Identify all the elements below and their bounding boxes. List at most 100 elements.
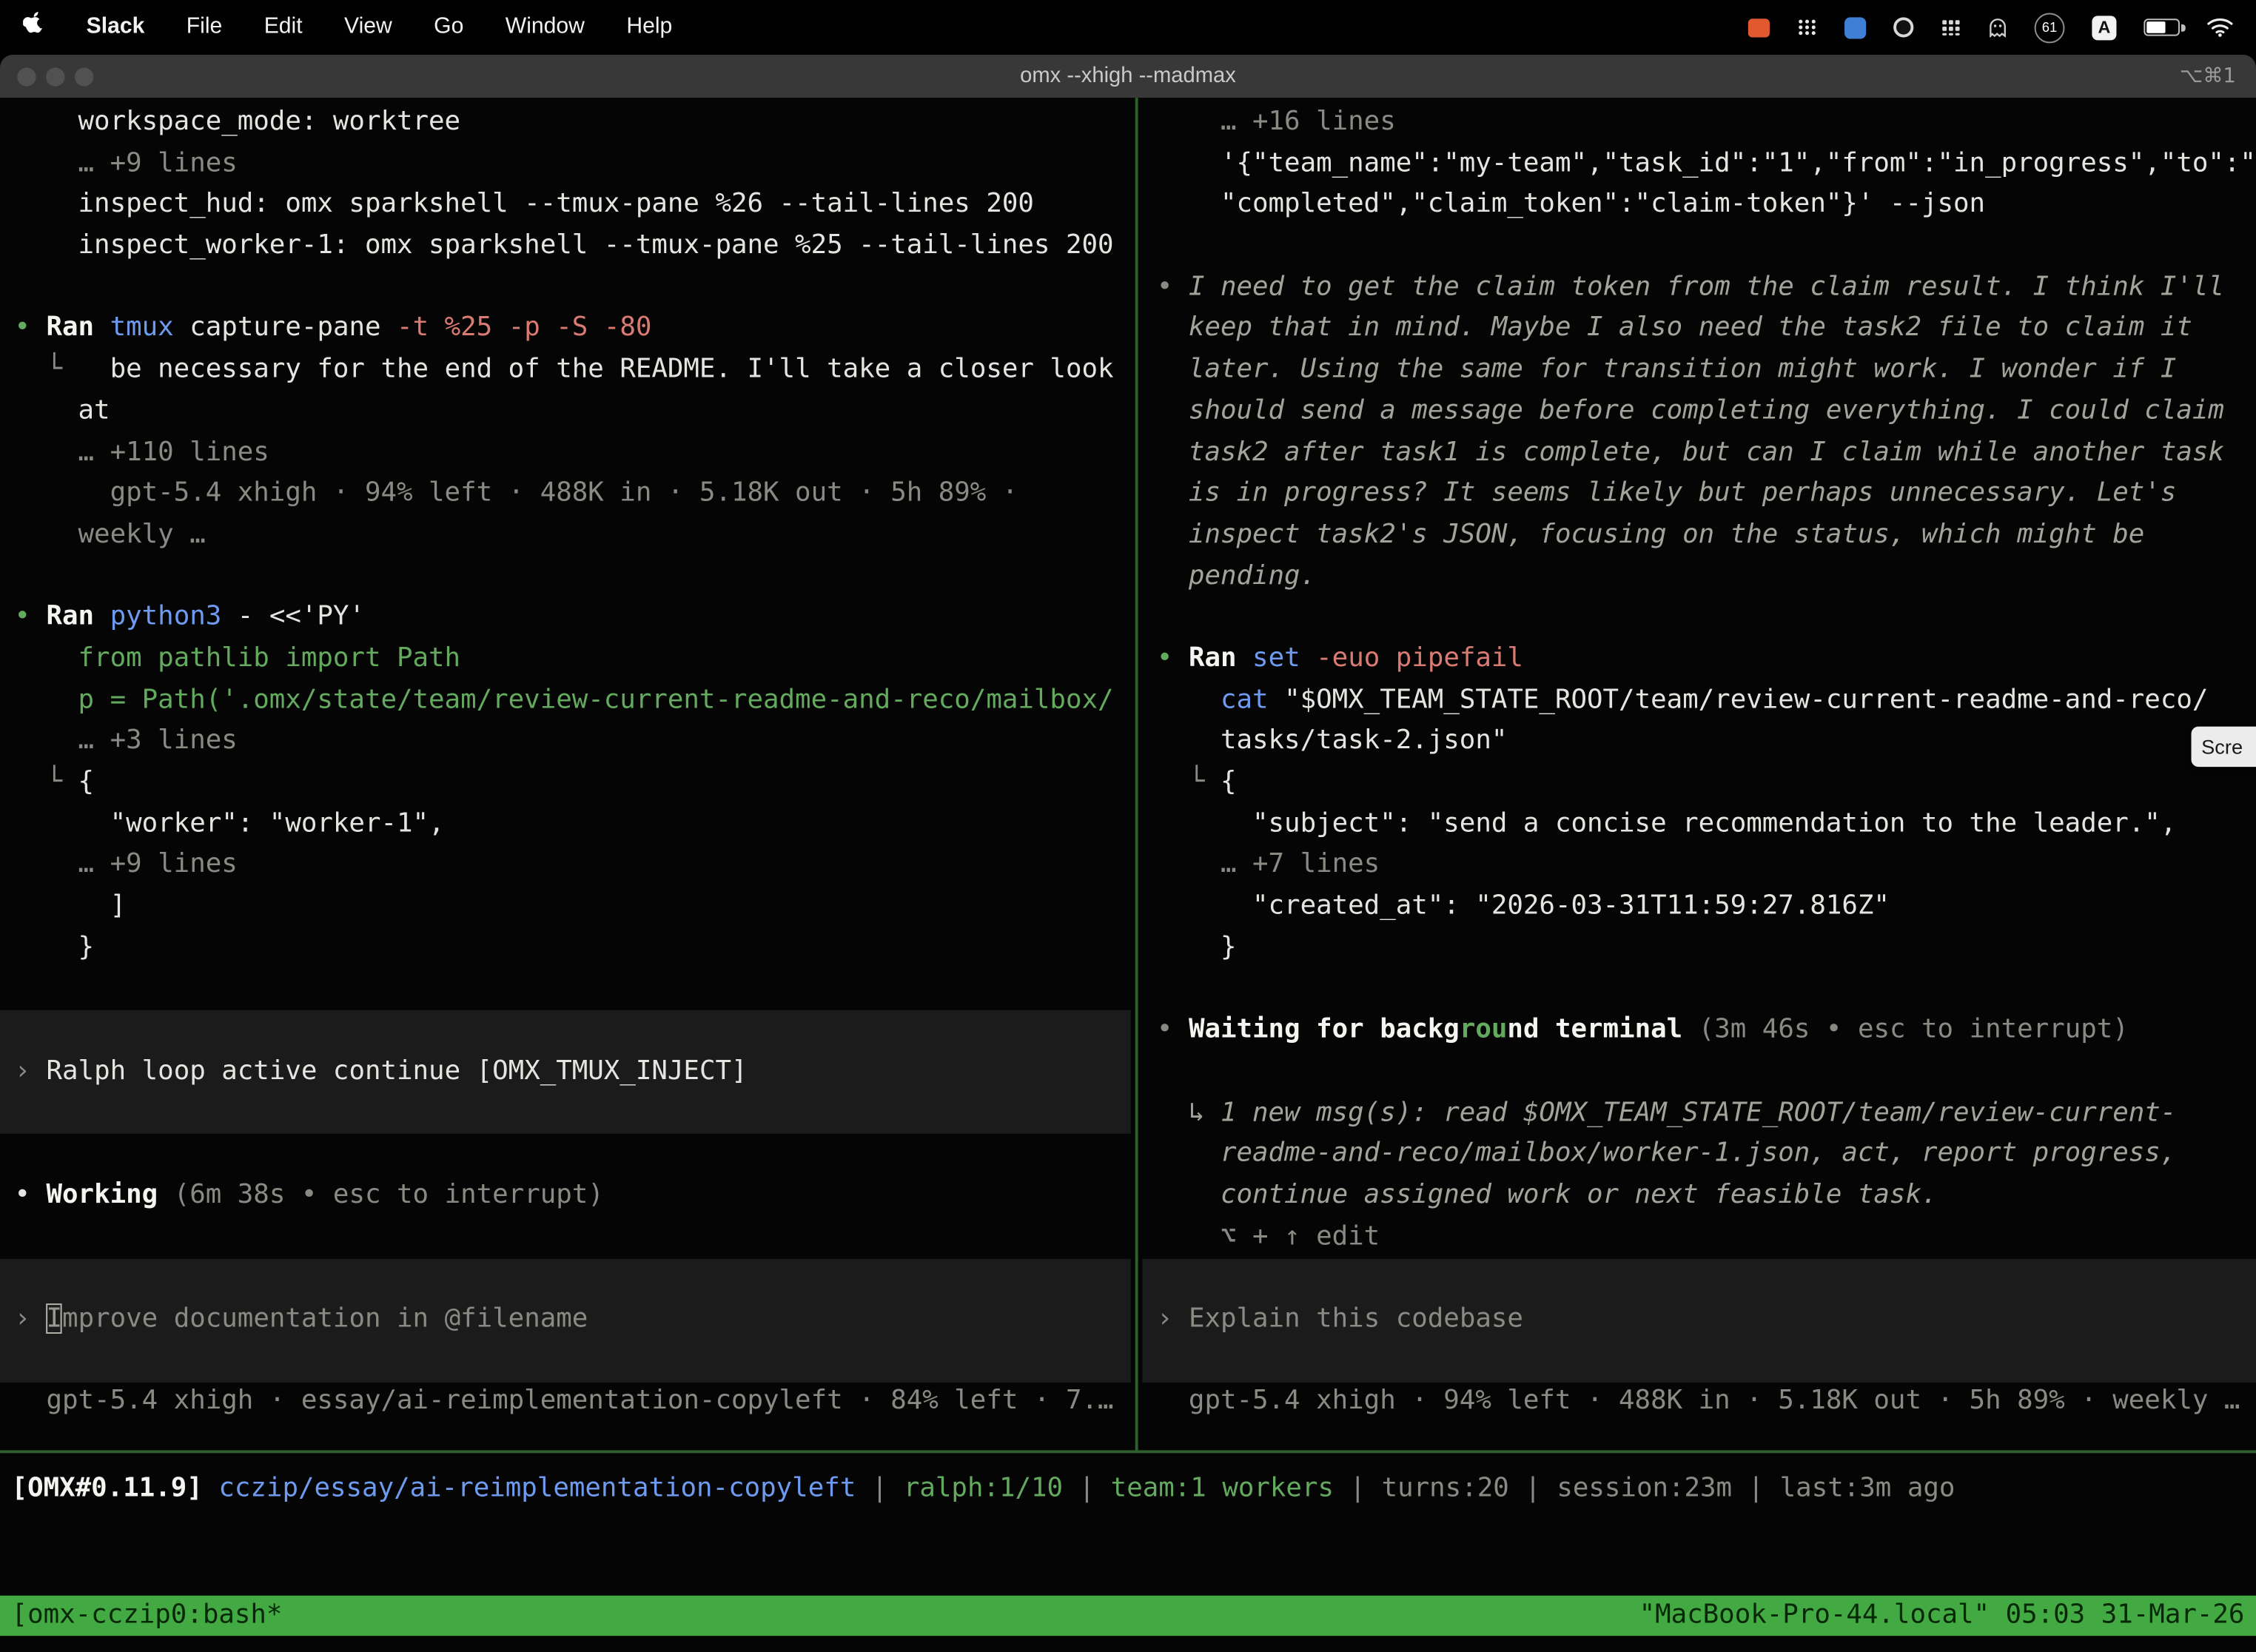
terminal-line <box>14 969 1130 1010</box>
tmux-pane-left[interactable]: workspace_mode: worktree … +9 lines insp… <box>0 102 1131 1450</box>
terminal-line: '{"team_name":"my-team","task_id":"1","f… <box>1157 144 2256 185</box>
terminal-line <box>14 1092 1130 1134</box>
omx-status-line: [OMX#0.11.9] cczip/essay/ai-reimplementa… <box>0 1469 2256 1511</box>
terminal-line: … +7 lines <box>1157 845 2256 887</box>
terminal-line: ⌥ + ↑ edit <box>1157 1217 2256 1258</box>
terminal-line: p = Path('.omx/state/team/review-current… <box>14 680 1130 722</box>
terminal-line: gpt-5.4 xhigh · essay/ai-reimplementatio… <box>14 1382 1130 1423</box>
tmux-status-bar: [omx-cczip0:bash* "MacBook-Pro-44.local"… <box>0 1596 2256 1636</box>
terminal-line: cat "$OMX_TEAM_STATE_ROOT/team/review-cu… <box>1157 680 2256 722</box>
terminal-line: • Ran set -euo pipefail <box>1157 639 2256 680</box>
docker-icon[interactable] <box>1844 16 1866 38</box>
terminal-line: gpt-5.4 xhigh · 94% left · 488K in · 5.1… <box>1157 1382 2256 1423</box>
terminal-line: › Ralph loop active continue [OMX_TMUX_I… <box>14 1052 1130 1093</box>
terminal-line: • Ran python3 - <<'PY' <box>14 597 1130 639</box>
terminal-line: continue assigned work or next feasible … <box>1157 1175 2256 1217</box>
terminal-line: tasks/task-2.json" <box>1157 721 2256 762</box>
screen-recording-indicator-icon[interactable] <box>1748 18 1770 36</box>
terminal-line: "subject": "send a concise recommendatio… <box>1157 804 2256 845</box>
battery-icon[interactable] <box>2143 19 2180 36</box>
terminal-line: … +9 lines <box>14 144 1130 185</box>
terminal-line <box>14 1010 1130 1052</box>
pane-divider-horizontal <box>0 1450 2256 1453</box>
input-source-icon[interactable]: A <box>2092 15 2116 39</box>
terminal-line: } <box>14 927 1130 969</box>
terminal-line: from pathlib import Path <box>14 639 1130 680</box>
terminal-line: workspace_mode: worktree <box>14 102 1130 144</box>
terminal-line <box>1157 1340 2256 1382</box>
tmux-session-label: [omx-cczip0:bash* <box>12 1596 283 1636</box>
apple-menu-icon[interactable] <box>23 12 44 44</box>
terminal-line: inspect_worker-1: omx sparkshell --tmux-… <box>14 226 1130 267</box>
terminal-line: is in progress? It seems likely but perh… <box>1157 474 2256 515</box>
terminal-line: ↳ 1 new msg(s): read $OMX_TEAM_STATE_ROO… <box>1157 1092 2256 1134</box>
terminal-line: • I need to get the claim token from the… <box>1157 267 2256 309</box>
menu-bar: Slack File Edit View Go Window Help 61 A <box>0 0 2256 55</box>
menu-go[interactable]: Go <box>434 14 463 40</box>
terminal-line: └ be necessary for the end of the README… <box>14 350 1130 392</box>
terminal-line <box>1157 226 2256 267</box>
terminal-line: └ { <box>14 762 1130 804</box>
terminal-line <box>14 1217 1130 1258</box>
terminal-line <box>14 1134 1130 1175</box>
terminal-line: ] <box>14 887 1130 928</box>
terminal-line: weekly … <box>14 515 1130 557</box>
terminal-line: task2 after task1 is complete, but can I… <box>1157 432 2256 474</box>
terminal-line <box>14 267 1130 309</box>
terminal-line: pending. <box>1157 556 2256 597</box>
terminal-window: omx --xhigh --madmax ⌥⌘1 workspace_mode:… <box>0 55 2256 1652</box>
terminal-line: … +110 lines <box>14 432 1130 474</box>
menu-help[interactable]: Help <box>626 14 672 40</box>
window-title-bar[interactable]: omx --xhigh --madmax ⌥⌘1 <box>0 55 2256 99</box>
tmux-host-clock: "MacBook-Pro-44.local" 05:03 31-Mar-26 <box>1639 1596 2245 1636</box>
window-shortcut-hint: ⌥⌘1 <box>2180 55 2236 98</box>
terminal-line <box>14 1340 1130 1382</box>
menu-file[interactable]: File <box>187 14 223 40</box>
battery-gauge-icon[interactable]: 61 <box>2035 13 2065 43</box>
menu-view[interactable]: View <box>344 14 392 40</box>
menu-app-name[interactable]: Slack <box>87 14 145 40</box>
terminal-line: └ { <box>1157 762 2256 804</box>
terminal-line: "created_at": "2026-03-31T11:59:27.816Z" <box>1157 887 2256 928</box>
terminal-line: › Explain this codebase <box>1157 1299 2256 1340</box>
terminal-line: should send a message before completing … <box>1157 391 2256 432</box>
terminal-line: inspect task2's JSON, focusing on the st… <box>1157 515 2256 557</box>
terminal-line <box>14 556 1130 597</box>
terminal-line: … +16 lines <box>1157 102 2256 144</box>
terminal-line: "completed","claim_token":"claim-token"}… <box>1157 185 2256 226</box>
ring-icon[interactable] <box>1893 17 1913 37</box>
terminal-content: workspace_mode: worktree … +9 lines insp… <box>0 98 2256 1651</box>
ghost-icon[interactable] <box>1988 17 2007 37</box>
terminal-line: at <box>14 391 1130 432</box>
terminal-line: readme-and-reco/mailbox/worker-1.json, a… <box>1157 1134 2256 1175</box>
screen-tooltip: Scre <box>2192 727 2256 767</box>
terminal-line: inspect_hud: omx sparkshell --tmux-pane … <box>14 185 1130 226</box>
grid-icon[interactable] <box>1797 19 1817 36</box>
menu-window[interactable]: Window <box>506 14 585 40</box>
terminal-line: later. Using the same for transition mig… <box>1157 350 2256 392</box>
terminal-line: gpt-5.4 xhigh · 94% left · 488K in · 5.1… <box>14 474 1130 515</box>
terminal-line <box>1157 1052 2256 1093</box>
terminal-line: • Ran tmux capture-pane -t %25 -p -S -80 <box>14 309 1130 350</box>
terminal-line: › Improve documentation in @filename <box>14 1299 1130 1340</box>
pane-divider-vertical[interactable] <box>1135 98 1138 1450</box>
terminal-line <box>1157 969 2256 1010</box>
terminal-line: • Waiting for background terminal (3m 46… <box>1157 1010 2256 1052</box>
battery-percent-label: 61 <box>2042 19 2058 35</box>
menu-edit[interactable]: Edit <box>264 14 303 40</box>
window-title: omx --xhigh --madmax <box>0 55 2256 98</box>
terminal-line <box>1157 597 2256 639</box>
terminal-line <box>14 1258 1130 1299</box>
tmux-pane-right[interactable]: … +16 lines '{"team_name":"my-team","tas… <box>1142 102 2256 1450</box>
terminal-line <box>1157 1258 2256 1299</box>
terminal-line: … +9 lines <box>14 845 1130 887</box>
screen: Slack File Edit View Go Window Help 61 A <box>0 0 2256 1652</box>
input-source-label: A <box>2098 17 2110 37</box>
terminal-line: "worker": "worker-1", <box>14 804 1130 845</box>
apps-grid-icon[interactable] <box>1941 19 1961 36</box>
terminal-line: keep that in mind. Maybe I also need the… <box>1157 309 2256 350</box>
terminal-line: • Working (6m 38s • esc to interrupt) <box>14 1175 1130 1217</box>
terminal-line: … +3 lines <box>14 721 1130 762</box>
terminal-line: } <box>1157 927 2256 969</box>
wifi-icon[interactable] <box>2207 17 2233 37</box>
